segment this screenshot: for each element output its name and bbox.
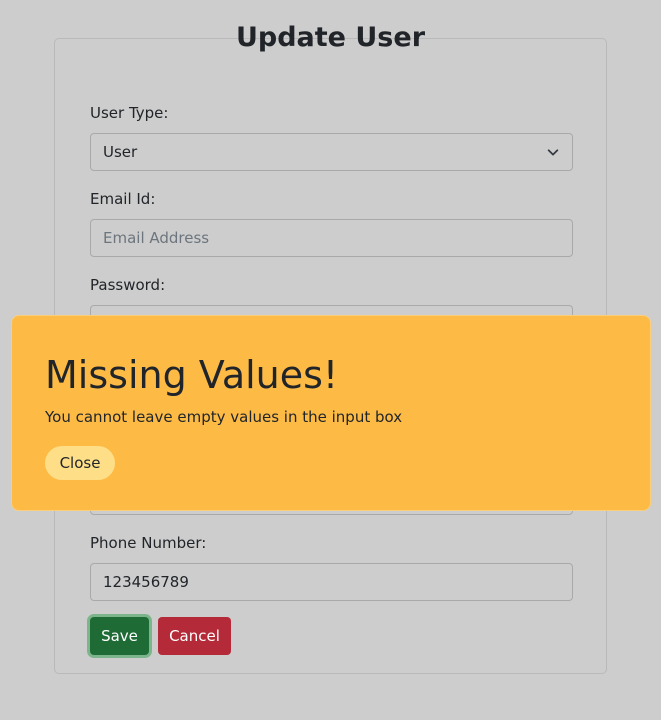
phone-field[interactable]	[90, 563, 573, 601]
cancel-button[interactable]: Cancel	[158, 617, 231, 655]
email-field[interactable]	[90, 219, 573, 257]
user-type-label: User Type:	[90, 104, 169, 122]
password-label: Password:	[90, 276, 166, 294]
close-button[interactable]: Close	[45, 446, 115, 480]
user-type-select[interactable]: User	[90, 133, 573, 171]
missing-values-alert: Missing Values! You cannot leave empty v…	[11, 315, 651, 511]
chevron-down-icon	[547, 149, 559, 156]
phone-label: Phone Number:	[90, 534, 207, 552]
alert-message: You cannot leave empty values in the inp…	[45, 408, 403, 426]
page-title: Update User	[235, 22, 426, 53]
save-button[interactable]: Save	[90, 617, 149, 655]
alert-title: Missing Values!	[45, 353, 339, 397]
email-label: Email Id:	[90, 190, 156, 208]
user-type-value: User	[103, 143, 138, 161]
